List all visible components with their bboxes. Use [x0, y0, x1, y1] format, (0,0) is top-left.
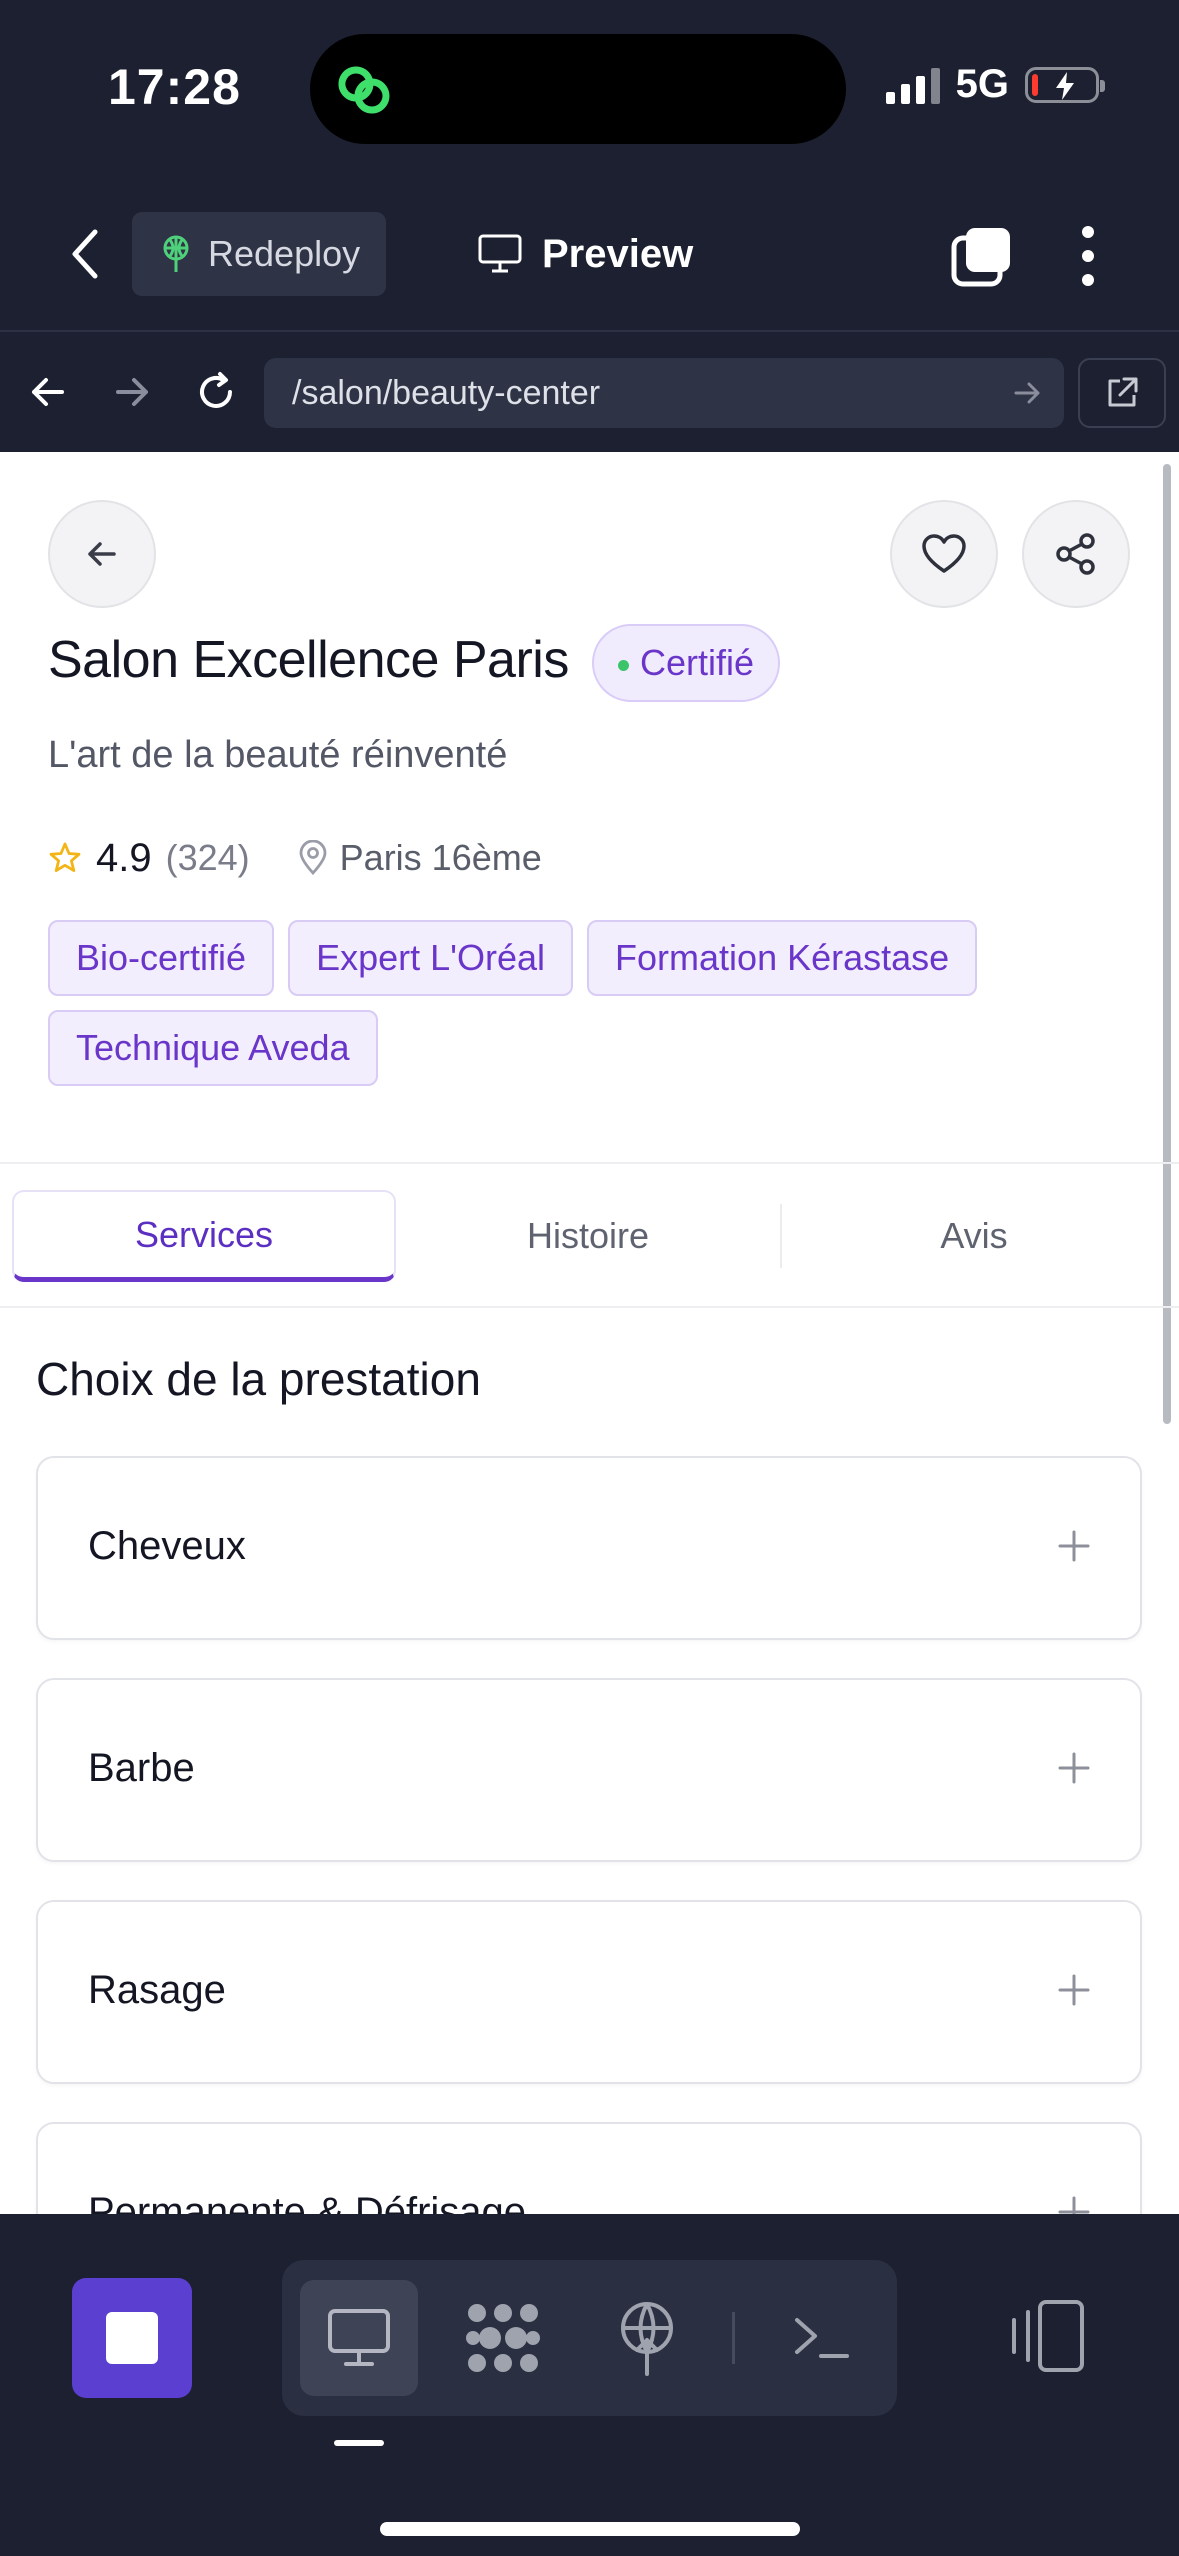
redeploy-label: Redeploy	[208, 233, 361, 274]
tool-cluster[interactable]	[444, 2280, 562, 2396]
plus-icon	[1058, 2196, 1090, 2214]
salon-name: Salon Excellence Paris	[48, 631, 569, 689]
stop-button[interactable]	[72, 2278, 192, 2398]
service-category-label: Rasage	[88, 1968, 226, 2012]
antenna-icon	[163, 235, 189, 272]
certified-badge: Certifié	[592, 624, 781, 702]
charging-bolt-icon	[1056, 71, 1074, 100]
preview-label: Preview	[542, 231, 694, 276]
tag-chip: Bio-certifié	[48, 920, 275, 996]
web-page: Salon Excellence Paris Certifié L'art de…	[0, 452, 1179, 2214]
external-link-icon	[1108, 377, 1138, 407]
app-header: Redeploy Preview	[0, 180, 1179, 330]
status-bar: 17:28 5G	[0, 0, 1179, 180]
services-title: Choix de la prestation	[36, 1353, 481, 1405]
monitor-icon	[478, 234, 522, 273]
status-indicators: 5G	[885, 62, 1105, 107]
tool-preview[interactable]	[300, 2280, 418, 2396]
device-rotate-icon[interactable]	[1006, 2294, 1090, 2378]
preview-tab[interactable]: Preview	[478, 212, 693, 296]
redeploy-button[interactable]: Redeploy	[132, 212, 386, 296]
location-pin-icon	[299, 840, 327, 876]
more-vertical-icon[interactable]	[1068, 224, 1108, 288]
active-tool-indicator	[334, 2440, 384, 2446]
star-icon	[49, 842, 81, 872]
monitor-icon	[328, 2309, 390, 2366]
service-category-card[interactable]: Cheveux	[36, 1456, 1142, 1640]
url-text: /salon/beauty-center	[292, 373, 601, 412]
arrow-go-icon[interactable]	[1010, 376, 1044, 410]
signal-icon	[885, 66, 940, 104]
service-category-label: Barbe	[88, 1746, 195, 1790]
status-time: 17:28	[108, 59, 241, 115]
rating-value: 4.9	[96, 835, 152, 880]
service-category-card[interactable]: Barbe	[36, 1678, 1142, 1862]
arrow-right-icon[interactable]	[106, 366, 158, 418]
service-category-card[interactable]: Permanente & Défrisage	[36, 2122, 1142, 2214]
bottom-toolbar	[0, 2214, 1179, 2556]
link-rings-icon	[338, 66, 390, 114]
cluster-icon	[466, 2304, 540, 2372]
dynamic-island	[310, 34, 846, 144]
network-label: 5G	[955, 62, 1009, 106]
tool-divider	[732, 2312, 735, 2364]
salon-meta: 4.9 (324) Paris 16ème	[48, 830, 542, 886]
service-category-label: Cheveux	[88, 1524, 246, 1568]
chevron-left-icon	[72, 229, 98, 279]
home-indicator	[380, 2522, 800, 2536]
plus-icon	[1058, 1752, 1090, 1784]
plus-icon	[1058, 1530, 1090, 1562]
favorite-button[interactable]	[890, 500, 998, 608]
salon-tabs: Services Histoire Avis	[0, 1162, 1179, 1308]
tab-histoire[interactable]: Histoire	[396, 1190, 780, 1282]
terminal-icon	[795, 2318, 849, 2358]
open-external-button[interactable]	[1078, 358, 1166, 428]
back-button[interactable]	[60, 224, 110, 284]
url-input[interactable]: /salon/beauty-center	[264, 358, 1064, 428]
share-button[interactable]	[1022, 500, 1130, 608]
page-back-button[interactable]	[48, 500, 156, 608]
tag-chip: Formation Kérastase	[587, 920, 978, 996]
service-category-label: Permanente & Défrisage	[88, 2190, 527, 2214]
view-switcher	[282, 2260, 897, 2416]
deploy-icon	[621, 2302, 673, 2376]
battery-level	[1032, 73, 1038, 96]
tab-avis[interactable]: Avis	[782, 1190, 1166, 1282]
certification-tags: Bio-certifié Expert L'Oréal Formation Ké…	[48, 920, 1108, 1086]
battery-icon	[1025, 66, 1105, 103]
tabs-icon[interactable]	[950, 226, 1012, 288]
tool-terminal[interactable]	[762, 2280, 880, 2396]
share-icon	[1056, 533, 1095, 575]
review-count[interactable]: (324)	[166, 837, 250, 879]
arrow-left-icon	[88, 542, 116, 566]
stop-icon	[106, 2312, 158, 2364]
tool-deploy[interactable]	[588, 2280, 706, 2396]
reload-icon[interactable]	[190, 366, 242, 418]
heart-icon	[922, 534, 966, 573]
salon-tagline: L'art de la beauté réinventé	[48, 734, 508, 776]
plus-icon	[1058, 1974, 1090, 2006]
browser-url-bar: /salon/beauty-center	[0, 330, 1179, 452]
arrow-left-icon[interactable]	[22, 366, 74, 418]
service-category-card[interactable]: Rasage	[36, 1900, 1142, 2084]
tag-chip: Technique Aveda	[48, 1010, 378, 1086]
tab-services[interactable]: Services	[12, 1190, 396, 1282]
salon-location: Paris 16ème	[339, 837, 542, 878]
tag-chip: Expert L'Oréal	[288, 920, 574, 996]
